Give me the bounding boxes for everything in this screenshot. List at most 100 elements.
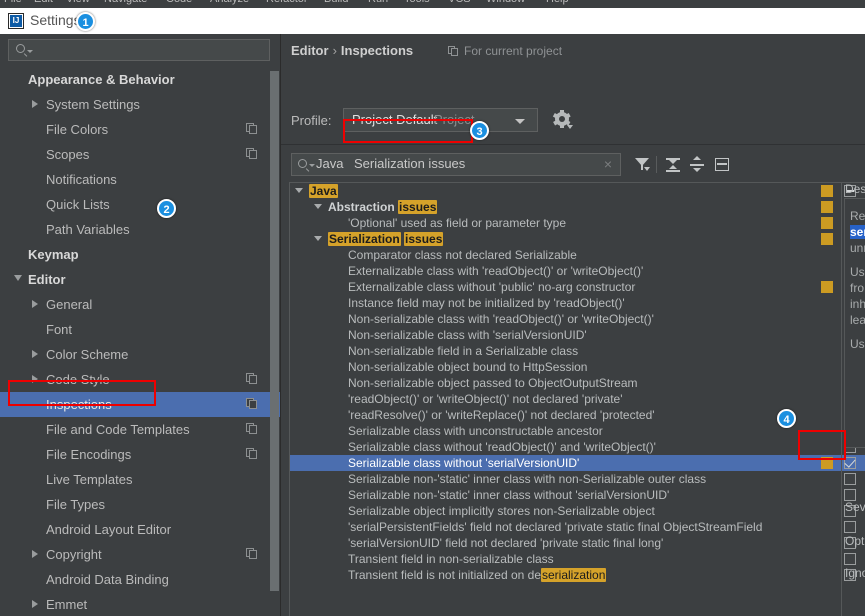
sidebar-item-file-encodings[interactable]: File Encodings <box>0 442 280 467</box>
inspection-row-selected[interactable]: Serializable class without 'serialVersio… <box>290 455 820 471</box>
severity-warning-swatch[interactable] <box>821 457 833 469</box>
sidebar-item-color-scheme[interactable]: Color Scheme <box>0 342 280 367</box>
inspection-row[interactable]: 'readObject()' or 'writeObject()' not de… <box>290 391 820 407</box>
chevron-right-icon[interactable] <box>32 375 38 383</box>
inspection-search-input[interactable]: Java Serialization issues × <box>291 153 621 176</box>
chevron-right-icon[interactable] <box>32 350 38 358</box>
toggle-panel-icon[interactable] <box>712 154 734 176</box>
sidebar-item-file-types[interactable]: File Types <box>0 492 280 517</box>
settings-search-input[interactable] <box>8 39 270 61</box>
chevron-down-icon[interactable] <box>14 275 22 281</box>
chevron-right-icon[interactable] <box>32 600 38 608</box>
severity-warning-swatch[interactable] <box>821 233 833 245</box>
chevron-right-icon[interactable] <box>32 300 38 308</box>
inspection-label: Serializable non-'static' inner class wi… <box>348 472 707 486</box>
inspection-row[interactable]: Serializable class without 'readObject()… <box>290 439 820 455</box>
severity-warning-swatch[interactable] <box>821 217 833 229</box>
sidebar-item-label: Editor <box>28 272 66 287</box>
expand-all-icon[interactable] <box>663 154 685 176</box>
inspection-label: 'readObject()' or 'writeObject()' not de… <box>348 392 623 406</box>
menu-item-refactor[interactable]: Refactor <box>266 0 308 5</box>
menu-item-code[interactable]: Code <box>166 0 192 5</box>
menu-item-navigate[interactable]: Navigate <box>104 0 147 5</box>
menu-item-build[interactable]: Build <box>324 0 348 5</box>
menu-item-help[interactable]: Help <box>546 0 569 5</box>
sidebar-item-android-layout-editor[interactable]: Android Layout Editor <box>0 517 280 542</box>
search-scope-tag[interactable]: Java <box>316 156 343 171</box>
inspection-row[interactable]: Non-serializable field in a Serializable… <box>290 343 820 359</box>
sidebar-item-live-templates[interactable]: Live Templates <box>0 467 280 492</box>
sidebar-item-file-and-code-templates[interactable]: File and Code Templates <box>0 417 280 442</box>
sidebar-item-font[interactable]: Font <box>0 317 280 342</box>
inspection-row[interactable]: Externalizable class without 'public' no… <box>290 279 820 295</box>
menu-item-tools[interactable]: Tools <box>404 0 430 5</box>
chevron-down-icon[interactable] <box>314 236 322 241</box>
sidebar-item-scopes[interactable]: Scopes <box>0 142 280 167</box>
settings-category-tree[interactable]: Appearance & Behavior System Settings File… <box>0 67 280 616</box>
search-icon <box>298 159 307 168</box>
inspection-tree[interactable]: Java Abstraction issues 'Optional' used as… <box>289 182 820 616</box>
sidebar-scrollbar[interactable] <box>270 71 279 591</box>
menu-item-window[interactable]: Window <box>486 0 525 5</box>
sidebar-item-quick-lists[interactable]: Quick Lists <box>0 192 280 217</box>
inspection-row[interactable]: Non-serializable class with 'readObject(… <box>290 311 820 327</box>
inspection-row[interactable]: 'serialPersistentFields' field not decla… <box>290 519 820 535</box>
gear-icon[interactable] <box>553 110 573 129</box>
inspection-row[interactable]: Serializable object implicitly stores no… <box>290 503 820 519</box>
severity-warning-swatch[interactable] <box>821 201 833 213</box>
inspection-row[interactable]: Comparator class not declared Serializab… <box>290 247 820 263</box>
menu-item-vcs[interactable]: VCS <box>448 0 471 5</box>
close-icon[interactable]: × <box>604 156 612 172</box>
inspection-row[interactable]: 'Optional' used as field or parameter ty… <box>290 215 820 231</box>
menu-item-edit[interactable]: Edit <box>34 0 53 5</box>
sidebar-item-file-colors[interactable]: File Colors <box>0 117 280 142</box>
inspection-row[interactable]: Serialization issues <box>290 231 820 247</box>
breadcrumb-parent[interactable]: Editor <box>291 43 329 58</box>
inspection-row[interactable]: 'serialVersionUID' field not declared 'p… <box>290 535 820 551</box>
collapse-all-icon[interactable] <box>687 154 709 176</box>
menu-item-run[interactable]: Run <box>368 0 388 5</box>
menu-item-analyze[interactable]: Analyze <box>210 0 249 5</box>
inspection-row[interactable]: Non-serializable object bound to HttpSes… <box>290 359 820 375</box>
sidebar-item-inspections[interactable]: Inspections <box>0 392 280 417</box>
sidebar-item-editor[interactable]: Editor <box>0 267 280 292</box>
inspection-row[interactable]: Instance field may not be initialized by… <box>290 295 820 311</box>
inspection-row[interactable]: Serializable class with unconstructable … <box>290 423 820 439</box>
chevron-down-icon[interactable] <box>295 188 303 193</box>
sidebar-item-appearance-behavior[interactable]: Appearance & Behavior <box>0 67 280 92</box>
sidebar-item-code-style[interactable]: Code Style <box>0 367 280 392</box>
inspection-row[interactable]: Transient field is not initialized on de… <box>290 567 820 583</box>
sidebar-item-emmet[interactable]: Emmet <box>0 592 280 616</box>
menu-item-view[interactable]: View <box>66 0 90 5</box>
chevron-right-icon[interactable] <box>32 100 38 108</box>
sidebar-item-general[interactable]: General <box>0 292 280 317</box>
description-panel: Description Rep ser unr Use fro inh lea Use Sev… <box>843 182 865 616</box>
chevron-down-icon[interactable] <box>309 164 315 167</box>
inspection-row[interactable]: Non-serializable class with 'serialVersi… <box>290 327 820 343</box>
breadcrumb-separator: › <box>332 43 337 58</box>
filter-icon[interactable] <box>632 154 654 176</box>
inspection-row[interactable]: Non-serializable object passed to Object… <box>290 375 820 391</box>
chevron-down-icon[interactable] <box>515 119 525 124</box>
menu-item-file[interactable]: File <box>4 0 22 5</box>
inspection-row[interactable]: Transient field in non-serializable clas… <box>290 551 820 567</box>
sidebar-item-android-data-binding[interactable]: Android Data Binding <box>0 567 280 592</box>
chevron-down-icon[interactable] <box>314 204 322 209</box>
inspection-row[interactable]: Serializable non-'static' inner class wi… <box>290 487 820 503</box>
inspection-row[interactable]: Serializable non-'static' inner class wi… <box>290 471 820 487</box>
sidebar-item-notifications[interactable]: Notifications <box>0 167 280 192</box>
profile-select[interactable]: Project Default Project <box>343 108 538 132</box>
severity-warning-swatch[interactable] <box>821 281 833 293</box>
chevron-down-icon[interactable] <box>27 50 33 53</box>
inspection-row[interactable]: Externalizable class with 'readObject()'… <box>290 263 820 279</box>
inspection-row[interactable]: Abstraction issues <box>290 199 820 215</box>
inspection-row[interactable]: 'readResolve()' or 'writeReplace()' not … <box>290 407 820 423</box>
sidebar-item-system-settings[interactable]: System Settings <box>0 92 280 117</box>
sidebar-item-copyright[interactable]: Copyright <box>0 542 280 567</box>
sidebar-item-keymap[interactable]: Keymap <box>0 242 280 267</box>
chevron-right-icon[interactable] <box>32 550 38 558</box>
sidebar-item-path-variables[interactable]: Path Variables <box>0 217 280 242</box>
inspection-row[interactable]: Java <box>290 183 820 199</box>
severity-warning-swatch[interactable] <box>821 185 833 197</box>
toolbar-separator <box>656 156 657 173</box>
